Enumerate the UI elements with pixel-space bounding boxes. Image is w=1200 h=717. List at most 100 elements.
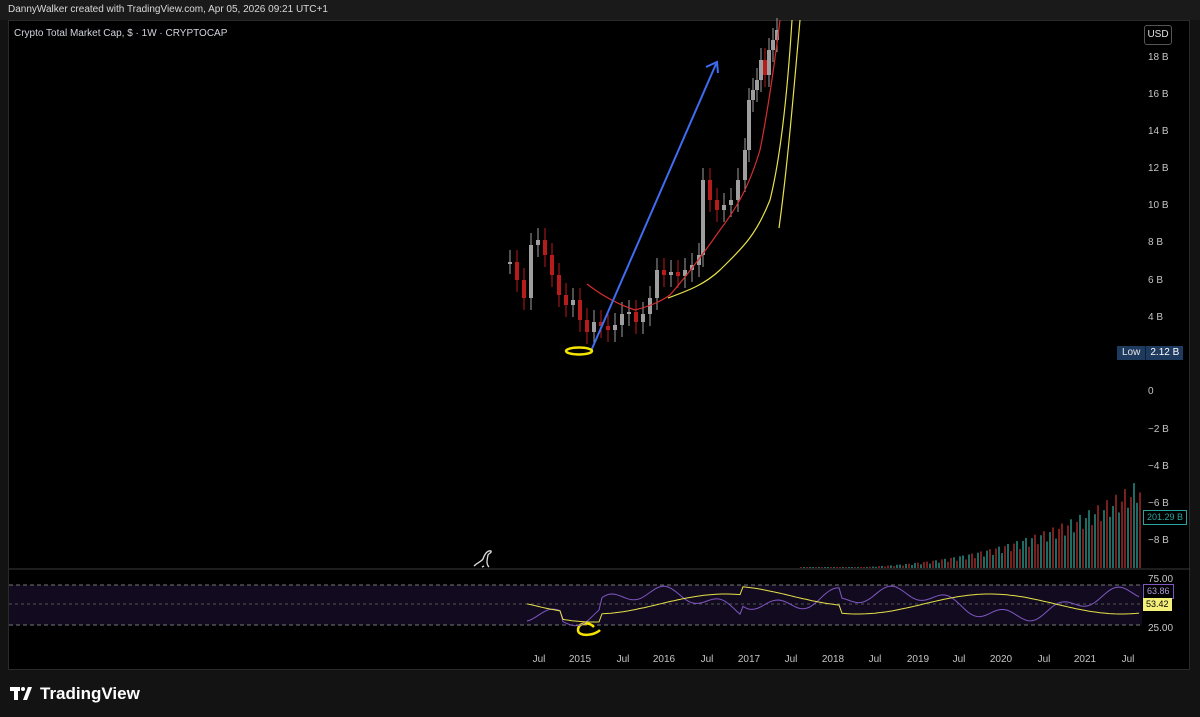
volume-bar bbox=[827, 567, 829, 568]
volume-bar bbox=[1130, 497, 1132, 568]
volume-bar bbox=[905, 563, 907, 568]
candle-body bbox=[708, 180, 712, 200]
volume-bar bbox=[824, 567, 826, 568]
volume-bar bbox=[848, 567, 850, 568]
candle-body bbox=[564, 295, 568, 305]
trend-arrow[interactable] bbox=[590, 63, 717, 352]
volume-bar bbox=[1043, 531, 1045, 568]
volume-bar bbox=[1055, 538, 1057, 568]
volume-bar bbox=[1028, 546, 1030, 568]
volume-bar bbox=[1103, 510, 1105, 568]
volume-bar bbox=[947, 561, 949, 568]
price-axis-label: −8 B bbox=[1148, 535, 1169, 546]
volume-bar bbox=[1004, 546, 1006, 568]
price-axis-label: 6 B bbox=[1148, 275, 1164, 286]
candle-body bbox=[536, 240, 540, 245]
candle-body bbox=[627, 312, 631, 314]
time-axis-label: Jul bbox=[952, 654, 966, 665]
volume-bar bbox=[932, 560, 934, 568]
volume-bar bbox=[1112, 505, 1114, 568]
volume-bar bbox=[890, 565, 892, 568]
volume-bar bbox=[941, 559, 943, 568]
volume-bar bbox=[815, 567, 817, 568]
candle-body bbox=[722, 205, 726, 210]
volume-bar bbox=[1085, 518, 1087, 568]
price-axis-label: −4 B bbox=[1148, 461, 1169, 472]
candle-body bbox=[592, 322, 596, 332]
candle-body bbox=[585, 320, 589, 332]
candle-body bbox=[755, 80, 759, 90]
volume-bar bbox=[1097, 505, 1099, 568]
time-axis-label: 2015 bbox=[568, 654, 592, 665]
tradingview-logo-icon bbox=[10, 686, 34, 702]
time-axis-label: 2020 bbox=[989, 654, 1013, 665]
volume-bar bbox=[1106, 500, 1108, 568]
candle-body bbox=[751, 90, 755, 100]
volume-bar bbox=[1061, 523, 1063, 568]
candle-body bbox=[557, 275, 561, 295]
volume-bar bbox=[1109, 516, 1111, 568]
candle-body bbox=[634, 312, 638, 322]
volume-bar bbox=[1019, 548, 1021, 568]
volume-bar bbox=[800, 567, 802, 568]
volume-bar bbox=[989, 549, 991, 568]
candle-body bbox=[676, 272, 680, 276]
volume-bar bbox=[1013, 543, 1015, 568]
low-tag-label: Low bbox=[1117, 346, 1146, 360]
candle-body bbox=[641, 314, 645, 322]
volume-bar bbox=[881, 566, 883, 568]
volume-bar bbox=[929, 563, 931, 568]
candle-body bbox=[729, 200, 733, 205]
volume-bar bbox=[917, 562, 919, 568]
volume-bar bbox=[839, 567, 841, 568]
candle-body bbox=[543, 240, 547, 255]
brand[interactable]: TradingView bbox=[10, 684, 140, 704]
volume-bar bbox=[899, 564, 901, 568]
time-axis-label: 2017 bbox=[737, 654, 761, 665]
volume-bar bbox=[992, 554, 994, 568]
candle-body bbox=[550, 255, 554, 275]
price-axis-label: 12 B bbox=[1148, 163, 1169, 174]
candle-body bbox=[522, 280, 526, 298]
volume-bar bbox=[833, 567, 835, 568]
low-highlight-circle[interactable] bbox=[564, 346, 594, 356]
price-axis-label: 0 bbox=[1148, 386, 1154, 397]
volume-bar bbox=[869, 566, 871, 568]
time-axis-label: 2021 bbox=[1073, 654, 1097, 665]
rsi-ma-value-tag: 53.42 bbox=[1143, 598, 1172, 611]
volume-bar bbox=[1073, 532, 1075, 568]
volume-bar bbox=[863, 566, 865, 568]
volume-bar bbox=[908, 563, 910, 568]
price-axis-label: 4 B bbox=[1148, 312, 1164, 323]
time-axis-label: Jul bbox=[868, 654, 882, 665]
volume-bar bbox=[1049, 532, 1051, 568]
price-axis-label: 14 B bbox=[1148, 126, 1169, 137]
volume-bar bbox=[1046, 541, 1048, 568]
volume-bar bbox=[911, 564, 913, 568]
volume-bar bbox=[1139, 492, 1141, 568]
time-axis-label: Jul bbox=[532, 654, 546, 665]
candle-body bbox=[715, 200, 719, 210]
volume-bar bbox=[809, 567, 811, 568]
volume-bar bbox=[836, 567, 838, 568]
volume-value-tag: 201.29 B bbox=[1143, 510, 1188, 525]
volume-bar bbox=[1115, 494, 1117, 568]
candle-body bbox=[743, 150, 747, 180]
currency-button[interactable]: USD bbox=[1144, 25, 1172, 45]
volume-bar bbox=[1127, 507, 1129, 568]
volume-bar bbox=[1037, 544, 1039, 568]
volume-bar bbox=[818, 567, 820, 568]
volume-bar bbox=[887, 565, 889, 568]
rsi-band bbox=[9, 585, 1142, 625]
volume-bar bbox=[983, 556, 985, 568]
time-axis-label: 2016 bbox=[652, 654, 676, 665]
volume-bar bbox=[1040, 535, 1042, 568]
ma-red-line bbox=[586, 19, 781, 311]
volume-bar bbox=[902, 565, 904, 568]
chart-canvas[interactable] bbox=[0, 0, 1200, 717]
volume-bar bbox=[935, 560, 937, 568]
volume-bar bbox=[950, 557, 952, 568]
time-axis-label: Jul bbox=[784, 654, 798, 665]
candle-body bbox=[759, 60, 763, 80]
volume-bar bbox=[872, 566, 874, 568]
